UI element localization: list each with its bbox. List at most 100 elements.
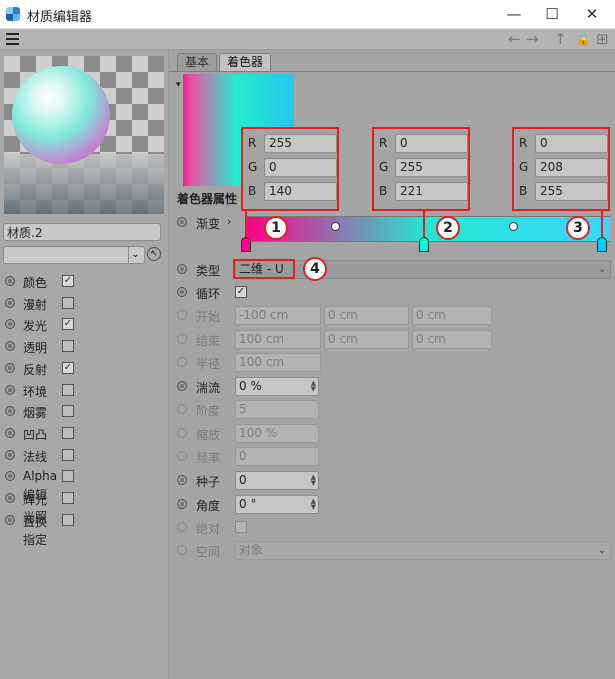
green-field[interactable]: 0 — [264, 158, 337, 177]
close-button[interactable]: ✕ — [572, 2, 612, 26]
menu-item-edit[interactable]: 编辑 — [23, 486, 47, 503]
anim-dot-icon[interactable] — [177, 475, 187, 485]
channel-item[interactable]: 发光 ✓ — [0, 314, 168, 336]
blue-field[interactable]: 140 — [264, 182, 337, 201]
anim-dot-icon[interactable] — [177, 499, 187, 509]
channel-item[interactable]: 反射 ✓ — [0, 358, 168, 380]
anim-dot-icon[interactable] — [177, 217, 187, 227]
up-arrow-icon[interactable]: ↑ — [554, 30, 567, 48]
channel-label: 凹凸 — [23, 427, 48, 442]
stepper-icon[interactable]: ▲ ▼ — [311, 474, 316, 487]
channel-checkbox[interactable] — [62, 426, 74, 439]
blue-field[interactable]: 221 — [395, 182, 468, 201]
channel-checkbox[interactable] — [62, 470, 74, 483]
channel-dot-icon — [5, 427, 15, 438]
channel-label: 发光 — [23, 319, 48, 334]
channel-checkbox[interactable] — [62, 383, 74, 396]
back-arrow-icon[interactable]: ← — [508, 30, 521, 48]
channel-checkbox[interactable]: ✓ — [62, 318, 74, 331]
scale-field[interactable]: 100 % — [235, 424, 319, 443]
radius-field[interactable]: 100 cm — [235, 353, 321, 372]
channel-label: 颜色 — [23, 276, 48, 290]
channel-label: 法线 — [23, 449, 48, 464]
anim-dot-icon[interactable] — [177, 381, 187, 391]
shader-properties-panel: 基本 着色器 ▾ 着色器属性 渐变 › R 255 G0 B 140 R0 G 255… — [169, 50, 615, 679]
window-title: 材质编辑器 — [27, 10, 93, 25]
start-x-field[interactable]: -100 cm — [235, 306, 321, 325]
start-z-field[interactable]: 0 cm — [412, 306, 492, 325]
channel-item[interactable]: 环境 — [0, 380, 168, 402]
frequency-field[interactable]: 0 — [235, 447, 319, 466]
stepper-icon[interactable]: ▲ ▼ — [311, 380, 316, 393]
channel-checkbox[interactable]: ✓ — [62, 275, 74, 287]
gradient-knot[interactable] — [419, 237, 429, 252]
preview-sphere — [12, 66, 110, 164]
collapse-triangle-icon[interactable]: ▾ — [176, 80, 181, 90]
pick-arrow-icon[interactable]: ↖ — [147, 247, 161, 261]
channel-item[interactable]: 漫射 — [0, 293, 168, 315]
material-dropdown[interactable]: ⌄ — [3, 246, 145, 264]
absolute-checkbox[interactable] — [235, 521, 247, 533]
channel-checkbox[interactable]: ✓ — [62, 361, 74, 374]
hamburger-icon[interactable] — [6, 33, 19, 45]
new-window-icon[interactable]: ⊞ — [596, 30, 609, 48]
channel-dot-icon — [5, 319, 15, 330]
end-x-field[interactable]: 100 cm — [235, 330, 321, 349]
material-channel-panel: 材质.2 ⌄ ↖ 颜色 ✓ 漫射 发光 ✓ 透明 反射 ✓ 环境 烟雾 凹凸 法线 Alpha 辉光 置换 … — [0, 50, 169, 679]
turbulence-field[interactable]: 0 % ▲ ▼ — [235, 377, 319, 396]
material-preview[interactable] — [4, 56, 164, 214]
green-field[interactable]: 255 — [395, 158, 468, 177]
menu-item-assign[interactable]: 指定 — [23, 531, 47, 548]
green-field[interactable]: 208 — [535, 158, 608, 177]
end-z-field[interactable]: 0 cm — [412, 330, 492, 349]
start-y-field[interactable]: 0 cm — [324, 306, 409, 325]
chevron-down-icon: ⌄ — [597, 545, 606, 556]
channel-item[interactable]: 法线 — [0, 445, 168, 467]
rgb-box-stop-2: R0 G 255 B 221 — [372, 127, 470, 211]
tab-shader[interactable]: 着色器 — [219, 53, 272, 71]
seed-label: 种子 — [196, 475, 221, 489]
seed-field[interactable]: 0 ▲ ▼ — [235, 471, 319, 490]
angle-field[interactable]: 0 ° ▲ ▼ — [235, 495, 319, 514]
minimize-button[interactable]: — — [494, 2, 534, 26]
space-value: 对象 — [239, 543, 264, 557]
cycle-checkbox[interactable]: ✓ — [235, 286, 247, 298]
anim-dot-icon[interactable] — [177, 264, 187, 274]
red-field[interactable]: 0 — [395, 134, 468, 153]
red-field[interactable]: 255 — [264, 134, 337, 153]
channel-item[interactable]: 凹凸 — [0, 423, 168, 445]
channel-item[interactable]: 烟雾 — [0, 401, 168, 423]
tab-basic[interactable]: 基本 — [177, 53, 218, 71]
gradient-midpoint[interactable] — [331, 222, 340, 231]
start-label: 开始 — [196, 310, 221, 324]
channel-item[interactable]: 颜色 ✓ — [0, 271, 168, 293]
stepper-icon[interactable]: ▲ ▼ — [311, 498, 316, 511]
expand-chevron-icon[interactable]: › — [227, 215, 231, 228]
channel-label: 反射 — [23, 362, 48, 377]
channel-checkbox[interactable] — [62, 296, 74, 309]
material-name-field[interactable]: 材质.2 — [3, 223, 161, 241]
gradient-midpoint[interactable] — [509, 222, 518, 231]
channel-checkbox[interactable] — [62, 405, 74, 418]
channel-dot-icon — [5, 341, 15, 352]
space-select[interactable]: 对象 ⌄ — [235, 541, 611, 560]
channel-checkbox[interactable] — [62, 340, 74, 353]
channel-dot-icon — [5, 471, 15, 482]
end-y-field[interactable]: 0 cm — [324, 330, 409, 349]
lock-icon[interactable]: 🔒 — [576, 30, 591, 48]
forward-arrow-icon[interactable]: → — [526, 30, 539, 48]
section-title: 着色器属性 — [177, 192, 238, 206]
red-field[interactable]: 0 — [535, 134, 608, 153]
gradient-knot[interactable] — [241, 237, 251, 252]
end-label: 结束 — [196, 334, 221, 348]
chevron-down-icon: ⌄ — [128, 247, 142, 263]
maximize-button[interactable]: ☐ — [532, 2, 572, 26]
blue-field[interactable]: 255 — [535, 182, 608, 201]
channel-checkbox[interactable] — [62, 448, 74, 461]
gradient-knot[interactable] — [597, 237, 607, 252]
menu-item-lighting[interactable]: 光照 — [23, 508, 47, 525]
channel-item[interactable]: 透明 — [0, 336, 168, 358]
title-bar: 材质编辑器 — ☐ ✕ — [0, 0, 615, 29]
anim-dot-icon[interactable] — [177, 287, 187, 297]
octaves-field[interactable]: 5 — [235, 400, 319, 419]
